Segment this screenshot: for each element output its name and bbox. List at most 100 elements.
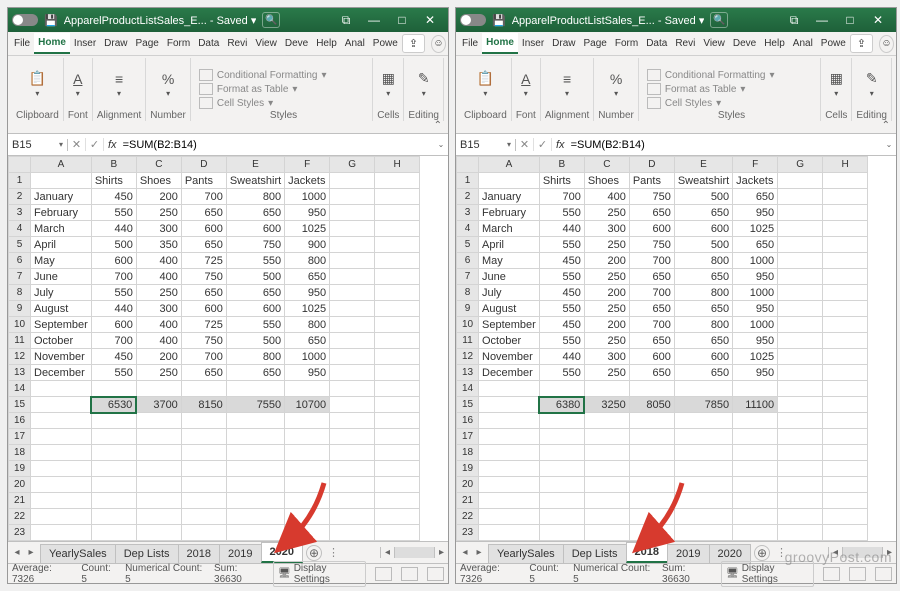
ribbon-group-editing[interactable]: ✎▾Editing bbox=[404, 58, 444, 121]
sheet-nav-prev-icon[interactable]: ▸ bbox=[472, 547, 486, 558]
ribbon-group-alignment[interactable]: ≡▾Alignment bbox=[93, 58, 146, 121]
data-cell[interactable]: 650 bbox=[181, 237, 226, 253]
window-close-button[interactable]: ✕ bbox=[864, 13, 892, 27]
ribbon-group-editing[interactable]: ✎▾Editing bbox=[852, 58, 892, 121]
ribbon-group-font[interactable]: A▾Font bbox=[64, 58, 93, 121]
new-sheet-button[interactable]: ⊕ bbox=[754, 545, 770, 561]
view-normal-icon[interactable] bbox=[823, 567, 840, 581]
sheet-tab-2018[interactable]: 2018 bbox=[626, 542, 668, 563]
row-header[interactable]: 9 bbox=[457, 301, 479, 317]
data-cell[interactable]: 950 bbox=[733, 269, 778, 285]
data-cell[interactable]: 700 bbox=[181, 189, 226, 205]
total-cell[interactable]: 10700 bbox=[285, 397, 330, 413]
window-minimize-button[interactable]: — bbox=[360, 13, 388, 27]
month-cell[interactable]: November bbox=[479, 349, 540, 365]
month-cell[interactable]: September bbox=[479, 317, 540, 333]
data-cell[interactable]: 1000 bbox=[285, 189, 330, 205]
month-cell[interactable]: February bbox=[479, 205, 540, 221]
data-cell[interactable]: 950 bbox=[285, 365, 330, 381]
data-cell[interactable]: 700 bbox=[629, 285, 674, 301]
data-cell[interactable]: 600 bbox=[674, 349, 732, 365]
ribbon-group-alignment[interactable]: ≡▾Alignment bbox=[541, 58, 594, 121]
formula-input[interactable] bbox=[121, 139, 434, 151]
name-box[interactable]: B15▾ bbox=[8, 139, 68, 151]
data-cell[interactable]: 250 bbox=[584, 365, 629, 381]
month-cell[interactable]: June bbox=[479, 269, 540, 285]
data-cell[interactable]: 550 bbox=[539, 269, 584, 285]
sheet-tab-yearlysales[interactable]: YearlySales bbox=[488, 544, 564, 563]
sheet-tab-2019[interactable]: 2019 bbox=[219, 544, 261, 563]
month-cell[interactable]: October bbox=[31, 333, 92, 349]
menu-tab-page[interactable]: Page bbox=[132, 34, 163, 53]
ribbon-group-cells[interactable]: ▦▾Cells bbox=[373, 58, 404, 121]
data-cell[interactable]: 650 bbox=[181, 285, 226, 301]
data-cell[interactable]: 500 bbox=[226, 269, 284, 285]
ribbon-group-styles[interactable]: Conditional Formatting ▾ Format as Table… bbox=[191, 58, 373, 121]
col-header[interactable]: A bbox=[31, 157, 92, 173]
month-cell[interactable]: January bbox=[479, 189, 540, 205]
data-cell[interactable]: 550 bbox=[539, 365, 584, 381]
ribbon-group-cells[interactable]: ▦▾Cells bbox=[821, 58, 852, 121]
month-cell[interactable]: February bbox=[31, 205, 92, 221]
data-cell[interactable]: 250 bbox=[584, 269, 629, 285]
sheet-tab-yearlysales[interactable]: YearlySales bbox=[40, 544, 116, 563]
total-cell[interactable]: 3700 bbox=[136, 397, 181, 413]
row-header[interactable]: 1 bbox=[457, 173, 479, 189]
search-icon[interactable]: 🔍 bbox=[710, 12, 728, 28]
month-cell[interactable]: August bbox=[31, 301, 92, 317]
total-cell[interactable]: 7550 bbox=[226, 397, 284, 413]
window-restore-alt-icon[interactable]: ⧉ bbox=[780, 13, 808, 28]
menu-tab-deve[interactable]: Deve bbox=[281, 34, 312, 53]
data-cell[interactable]: 550 bbox=[91, 205, 136, 221]
data-cell[interactable]: 250 bbox=[136, 285, 181, 301]
row-header[interactable]: 6 bbox=[9, 253, 31, 269]
data-cell[interactable]: 600 bbox=[91, 253, 136, 269]
row-header[interactable]: 3 bbox=[457, 205, 479, 221]
enter-formula-icon[interactable]: ✓ bbox=[534, 138, 552, 151]
col-header[interactable]: H bbox=[823, 157, 868, 173]
data-cell[interactable]: 750 bbox=[226, 237, 284, 253]
data-cell[interactable]: 800 bbox=[674, 253, 732, 269]
ribbon-group-number[interactable]: %▾Number bbox=[594, 58, 639, 121]
feedback-smile-icon[interactable]: ☺ bbox=[879, 35, 894, 53]
data-cell[interactable]: 650 bbox=[674, 269, 732, 285]
menu-tab-inser[interactable]: Inser bbox=[518, 34, 548, 53]
data-cell[interactable]: 440 bbox=[91, 221, 136, 237]
menu-tab-revi[interactable]: Revi bbox=[671, 34, 699, 53]
data-cell[interactable]: 500 bbox=[674, 189, 732, 205]
cancel-formula-icon[interactable]: ✕ bbox=[516, 138, 534, 151]
menu-tab-data[interactable]: Data bbox=[194, 34, 223, 53]
cancel-formula-icon[interactable]: ✕ bbox=[68, 138, 86, 151]
menu-tab-page[interactable]: Page bbox=[580, 34, 611, 53]
data-cell[interactable]: 600 bbox=[181, 301, 226, 317]
row-header[interactable]: 3 bbox=[9, 205, 31, 221]
view-page-break-icon[interactable] bbox=[875, 567, 892, 581]
data-cell[interactable]: 500 bbox=[91, 237, 136, 253]
row-header[interactable]: 2 bbox=[457, 189, 479, 205]
data-cell[interactable]: 600 bbox=[226, 221, 284, 237]
display-settings-button[interactable]: 🖥 Display Settings bbox=[273, 561, 366, 587]
data-cell[interactable]: 300 bbox=[584, 349, 629, 365]
col-header[interactable]: B bbox=[539, 157, 584, 173]
data-cell[interactable]: 900 bbox=[285, 237, 330, 253]
search-icon[interactable]: 🔍 bbox=[262, 12, 280, 28]
spreadsheet-grid[interactable]: ABCDEFGH1ShirtsShoesPantsSweatshirtJacke… bbox=[8, 156, 420, 541]
row-header[interactable]: 7 bbox=[457, 269, 479, 285]
month-cell[interactable]: May bbox=[479, 253, 540, 269]
month-cell[interactable]: July bbox=[479, 285, 540, 301]
data-cell[interactable]: 300 bbox=[584, 221, 629, 237]
col-header[interactable]: B bbox=[91, 157, 136, 173]
data-cell[interactable]: 200 bbox=[136, 189, 181, 205]
row-header[interactable]: 10 bbox=[457, 317, 479, 333]
month-cell[interactable]: May bbox=[31, 253, 92, 269]
row-header[interactable]: 10 bbox=[9, 317, 31, 333]
menu-tab-powe[interactable]: Powe bbox=[369, 34, 402, 53]
col-header[interactable]: F bbox=[285, 157, 330, 173]
window-restore-alt-icon[interactable]: ⧉ bbox=[332, 13, 360, 28]
ribbon-collapse-icon[interactable]: ⌃ bbox=[882, 120, 890, 131]
data-cell[interactable]: 725 bbox=[181, 253, 226, 269]
data-cell[interactable]: 650 bbox=[674, 205, 732, 221]
data-cell[interactable]: 650 bbox=[629, 205, 674, 221]
data-cell[interactable]: 800 bbox=[674, 317, 732, 333]
row-header[interactable]: 5 bbox=[457, 237, 479, 253]
